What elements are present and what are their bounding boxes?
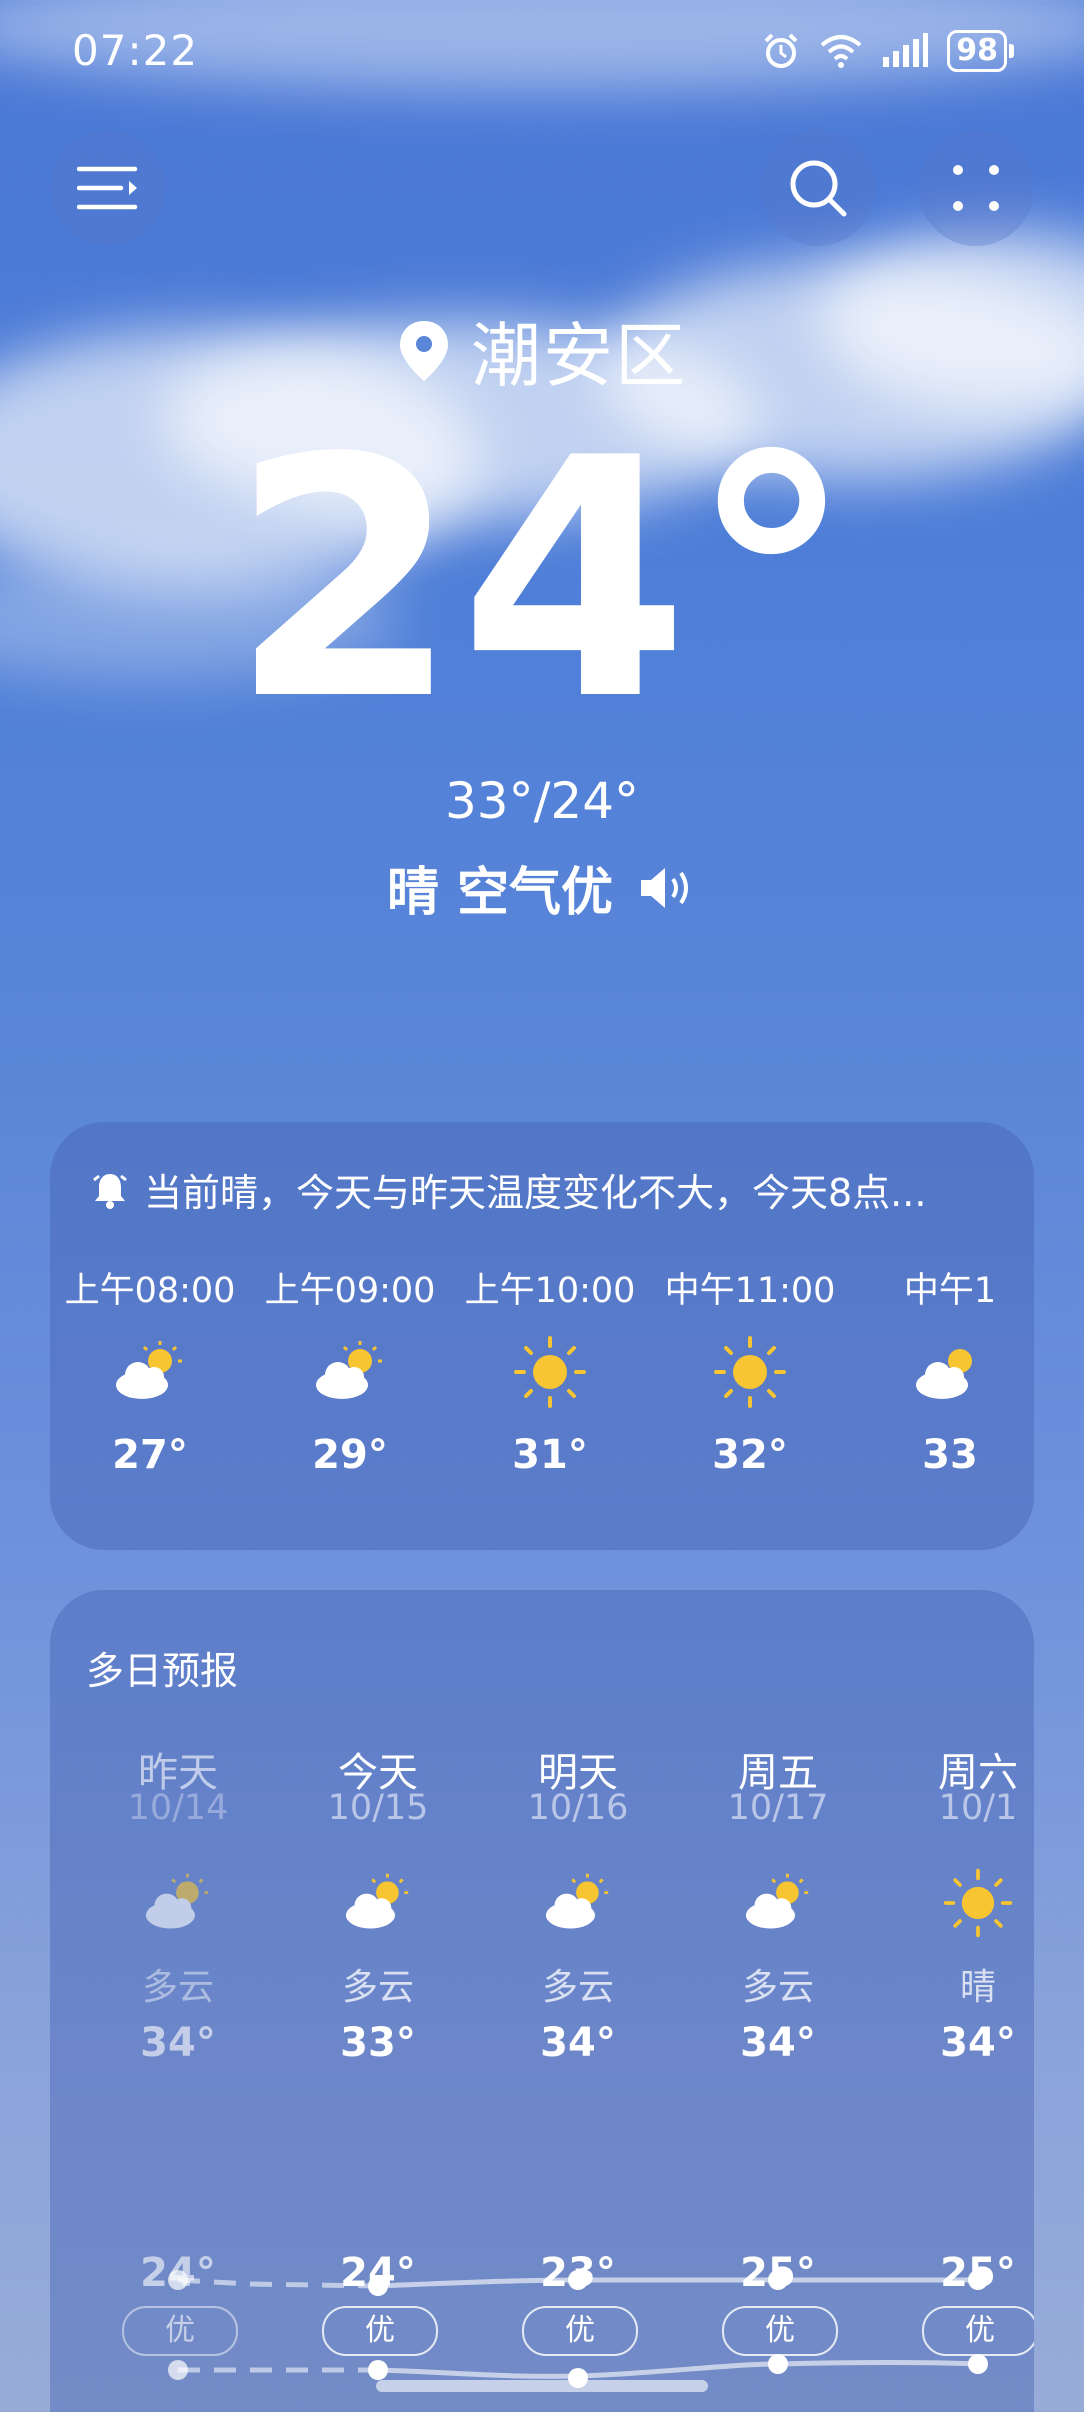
day-low: 23° (540, 2250, 616, 2296)
day-item[interactable]: 周五 10/17 多云 34° 25° 优 (678, 1740, 878, 2356)
sun-icon (943, 1868, 1013, 1938)
day-high: 34° (140, 2020, 216, 2066)
day-name: 昨天 (138, 1750, 218, 1796)
day-name: 明天 (538, 1750, 618, 1796)
day-high: 33° (340, 2020, 416, 2066)
hour-temp: 27° (112, 1432, 188, 1478)
day-name: 周五 (738, 1750, 818, 1796)
day-low: 24° (140, 2250, 216, 2296)
day-low: 25° (740, 2250, 816, 2296)
hour-temp: 32° (712, 1432, 788, 1478)
hour-time: 上午08:00 (64, 1271, 236, 1311)
hour-item: 中午1 33 (850, 1262, 1034, 1478)
location-pin-icon (400, 320, 448, 381)
day-date: 10/16 (527, 1788, 629, 1828)
alarm-icon (764, 33, 798, 68)
notice-text: 当前晴，今天与昨天温度变化不大，今天8点... (144, 1171, 927, 1215)
current-temperature: 24° (229, 388, 855, 772)
battery-level: 98 (947, 30, 1007, 72)
more-button[interactable] (918, 130, 1034, 246)
search-icon (790, 160, 847, 217)
daily-title: 多日预报 (86, 1649, 239, 1693)
partly-cloudy-icon (345, 1873, 409, 1929)
day-condition: 多云 (141, 1967, 214, 2008)
hour-item: 上午10:00 31° (450, 1262, 650, 1478)
day-condition: 晴 (959, 1967, 996, 2008)
sun-icon (514, 1336, 586, 1408)
day-item[interactable]: 昨天 10/14 多云 34° 24° 优 (78, 1740, 278, 2356)
menu-button[interactable] (50, 130, 166, 246)
day-condition: 多云 (741, 1967, 814, 2008)
aqi-badge: 优 (522, 2306, 638, 2356)
sun-icon (714, 1336, 786, 1408)
aqi-badge: 优 (322, 2306, 438, 2356)
day-date: 10/1 (938, 1788, 1018, 1828)
status-bar: 07:22 98 (0, 0, 1084, 110)
partly-cloudy-icon (545, 1873, 609, 1929)
day-name: 今天 (338, 1750, 418, 1796)
hour-time: 上午09:00 (264, 1271, 436, 1311)
hour-item: 上午08:00 27° (50, 1262, 250, 1478)
aqi-badge: 优 (122, 2306, 238, 2356)
location-name: 潮安区 (471, 315, 687, 397)
partly-cloudy-icon (916, 1349, 972, 1399)
weather-notice[interactable]: 当前晴，今天与昨天温度变化不大，今天8点... (90, 1162, 1010, 1217)
battery-icon: 98 (947, 30, 1014, 72)
daily-list[interactable]: 昨天 10/14 多云 34° 24° 优 今天 10/15 多云 33° 24… (50, 1740, 1034, 2412)
partly-cloudy-icon (316, 1341, 382, 1399)
hour-item: 中午11:00 32° (650, 1262, 850, 1478)
aqi-badge: 优 (722, 2306, 838, 2356)
status-time: 07:22 (72, 26, 199, 75)
hourly-list[interactable]: 上午08:00 27° 上午09:00 29° 上午10:00 31° 中午11… (50, 1262, 1034, 1542)
day-condition: 多云 (541, 1967, 614, 2008)
day-item[interactable]: 周六 10/1 晴 34° 25° 优 (878, 1740, 1034, 2356)
day-low: 24° (340, 2250, 416, 2296)
low-point (168, 2360, 188, 2380)
day-high: 34° (940, 2020, 1016, 2066)
search-button[interactable] (760, 130, 876, 246)
home-indicator[interactable] (376, 2380, 708, 2392)
day-item[interactable]: 明天 10/16 多云 34° 23° 优 (478, 1740, 678, 2356)
more-icon (953, 165, 999, 211)
hourly-forecast-card[interactable]: 当前晴，今天与昨天温度变化不大，今天8点... 上午08:00 27° 上午09… (50, 1122, 1034, 1550)
day-date: 10/14 (127, 1788, 229, 1828)
hour-time: 中午11:00 (664, 1271, 836, 1311)
day-low: 25° (940, 2250, 1016, 2296)
hour-temp: 33 (922, 1432, 978, 1478)
menu-icon (77, 166, 138, 210)
signal-icon (883, 33, 929, 67)
partly-cloudy-icon (745, 1873, 809, 1929)
low-point (768, 2354, 788, 2374)
status-icons: 98 (761, 30, 1014, 72)
location-row[interactable]: 潮安区 (0, 300, 1084, 401)
daily-forecast-card[interactable]: 多日预报 昨天 10/14 多云 34° 24° 优 今天 10/15 多云 3… (50, 1590, 1034, 2412)
hour-temp: 31° (512, 1432, 588, 1478)
condition-row: 晴 空气优 (0, 850, 1084, 925)
condition-text: 晴 空气优 (386, 863, 614, 923)
day-high: 34° (540, 2020, 616, 2066)
temperature-range: 33°/24° (444, 772, 640, 830)
hour-item: 上午09:00 29° (250, 1262, 450, 1478)
aqi-badge: 优 (922, 2306, 1034, 2356)
hour-time: 中午1 (903, 1271, 997, 1311)
partly-cloudy-icon (116, 1341, 182, 1399)
speaker-icon[interactable] (639, 865, 697, 911)
wifi-icon (820, 35, 862, 68)
day-date: 10/17 (727, 1788, 829, 1828)
low-point (968, 2354, 988, 2374)
day-high: 34° (740, 2020, 816, 2066)
hour-temp: 29° (312, 1432, 388, 1478)
day-item[interactable]: 今天 10/15 多云 33° 24° 优 (278, 1740, 478, 2356)
day-date: 10/15 (327, 1788, 429, 1828)
day-name: 周六 (938, 1750, 1018, 1796)
partly-cloudy-icon (145, 1873, 209, 1929)
bell-icon (93, 1173, 127, 1209)
day-condition: 多云 (341, 1967, 414, 2008)
hour-time: 上午10:00 (464, 1271, 636, 1311)
low-point (368, 2360, 388, 2380)
